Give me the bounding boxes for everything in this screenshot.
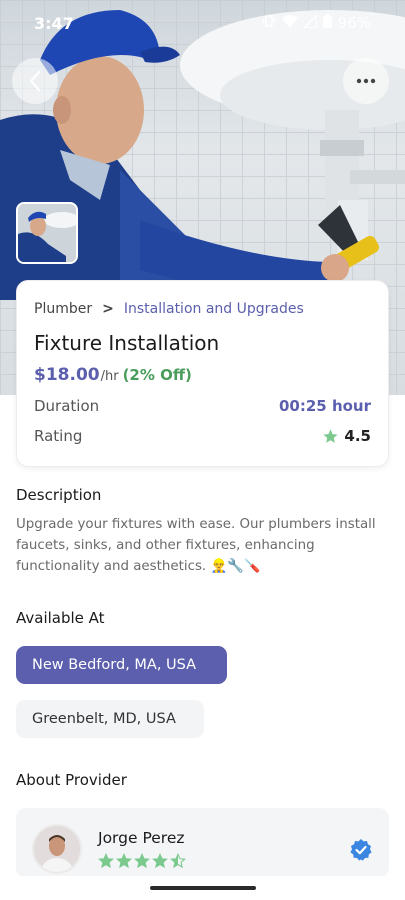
rating-value-group: 4.5 (322, 427, 371, 445)
location-chip[interactable]: Greenbelt, MD, USA (16, 700, 204, 738)
provider-name: Jorge Perez (98, 829, 185, 847)
verified-badge-icon (349, 838, 373, 866)
signal-icon (301, 13, 318, 32)
wifi-icon (281, 14, 298, 32)
more-options-button[interactable] (343, 58, 389, 104)
rating-value: 4.5 (344, 427, 371, 445)
location-chip-selected[interactable]: New Bedford, MA, USA (16, 646, 227, 684)
rating-row: Rating 4.5 (34, 427, 371, 445)
provider-card[interactable]: Jorge Perez (16, 808, 389, 878)
duration-row: Duration 00:25 hour (34, 397, 371, 415)
price-value: $18.00 (34, 365, 100, 385)
breadcrumb: Plumber > Installation and Upgrades (34, 301, 304, 317)
description-heading: Description (16, 486, 102, 504)
price-row: $18.00 /hr (2% Off) (34, 365, 192, 385)
rating-label: Rating (34, 427, 83, 445)
description-text: Upgrade your fixtures with ease. Our plu… (16, 517, 376, 574)
discount-label: (2% Off) (122, 366, 192, 384)
breadcrumb-separator: > (102, 301, 114, 317)
star-half-icon (170, 853, 186, 869)
service-info-card: Plumber > Installation and Upgrades Fixt… (16, 280, 389, 467)
duration-label: Duration (34, 397, 100, 415)
back-button[interactable] (12, 58, 58, 104)
star-full-icon (152, 853, 168, 869)
provider-rating-stars (98, 853, 186, 869)
status-icons: 96% (262, 13, 371, 32)
price-unit: /hr (100, 369, 119, 384)
battery-percent: 96% (337, 14, 371, 32)
star-full-icon (116, 853, 132, 869)
about-provider-heading: About Provider (16, 771, 127, 789)
gallery-thumbnail[interactable] (16, 202, 78, 264)
star-full-icon (134, 853, 150, 869)
subcategory-label[interactable]: Installation and Upgrades (124, 301, 304, 317)
home-indicator[interactable] (150, 886, 256, 890)
category-label[interactable]: Plumber (34, 301, 92, 317)
status-time: 3:47 (34, 14, 74, 33)
provider-avatar (32, 824, 82, 874)
service-title: Fixture Installation (34, 331, 220, 355)
available-at-heading: Available At (16, 609, 105, 627)
star-icon (323, 428, 339, 443)
vibrate-icon (262, 14, 276, 32)
star-full-icon (98, 853, 114, 869)
battery-icon (322, 14, 332, 32)
duration-value: 00:25 hour (278, 397, 371, 415)
chevron-left-icon (29, 70, 41, 92)
more-horizontal-icon (356, 78, 376, 84)
status-bar: 3:47 96% (0, 0, 405, 48)
